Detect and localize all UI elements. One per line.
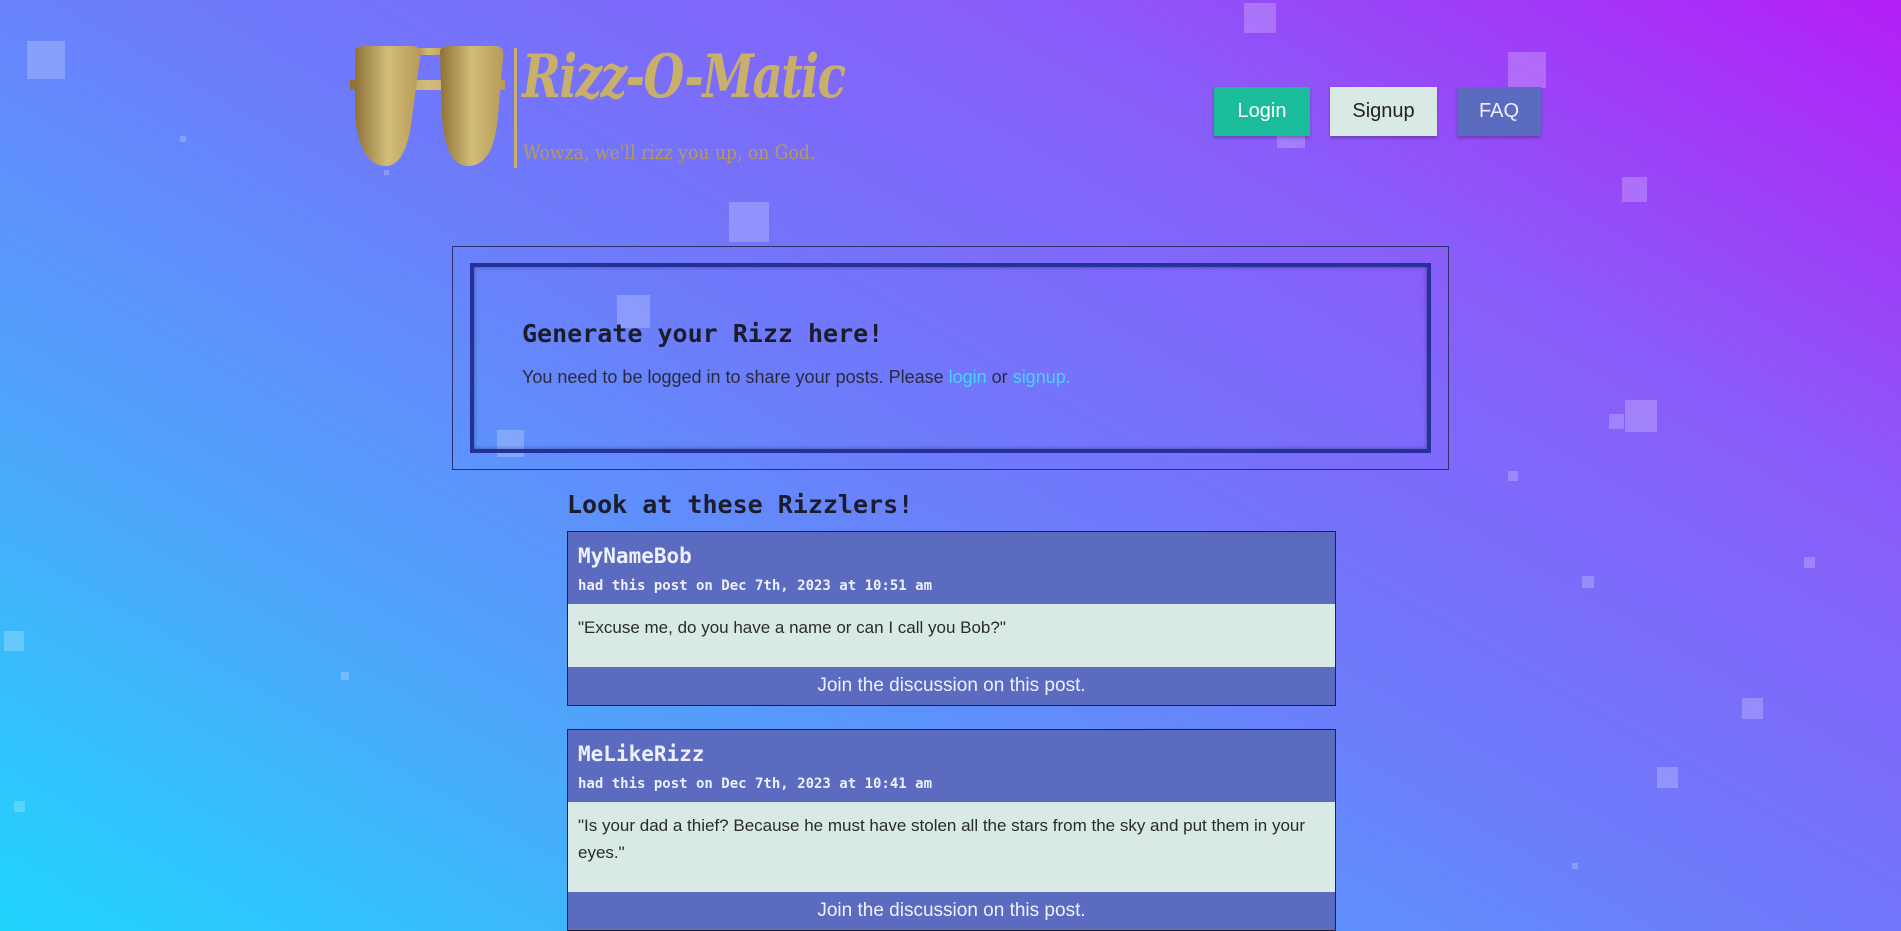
post-header: MeLikeRizz had this post on Dec 7th, 202… — [568, 730, 1335, 802]
bg-square — [1657, 767, 1678, 788]
bg-square — [14, 801, 25, 812]
signup-button[interactable]: Signup — [1330, 87, 1437, 136]
discussion-link[interactable]: Join the discussion on this post. — [568, 892, 1335, 930]
post-card: MeLikeRizz had this post on Dec 7th, 202… — [567, 729, 1336, 931]
discussion-link[interactable]: Join the discussion on this post. — [568, 667, 1335, 705]
post-body: "Is your dad a thief? Because he must ha… — [568, 802, 1335, 892]
bg-square — [4, 631, 24, 651]
post-username[interactable]: MyNameBob — [578, 544, 1325, 568]
post-timestamp: had this post on Dec 7th, 2023 at 10:51 … — [578, 578, 933, 594]
post-header: MyNameBob had this post on Dec 7th, 2023… — [568, 532, 1335, 604]
bg-square — [1742, 698, 1763, 719]
bg-square — [1622, 177, 1647, 202]
bg-square — [1804, 557, 1815, 568]
logo-wordmark: Rizz-O-Matic — [522, 42, 846, 112]
post-username[interactable]: MeLikeRizz — [578, 742, 1325, 766]
bg-square — [1625, 400, 1657, 432]
signup-link[interactable]: signup. — [1013, 367, 1071, 387]
bg-square — [1572, 863, 1578, 869]
login-notice-text: You need to be logged in to share your p… — [522, 367, 949, 387]
bg-square — [1244, 3, 1276, 33]
bg-square — [1609, 414, 1624, 429]
logo-tagline: Wowza, we'll rizz you up, on God. — [523, 140, 816, 164]
bg-square — [341, 672, 349, 680]
login-notice: You need to be logged in to share your p… — [522, 367, 1071, 388]
login-link[interactable]: login — [949, 367, 987, 387]
bg-square — [1508, 52, 1546, 88]
generator-panel: Generate your Rizz here! You need to be … — [452, 246, 1449, 470]
bg-square — [1582, 576, 1594, 588]
post-timestamp: had this post on Dec 7th, 2023 at 10:41 … — [578, 776, 933, 792]
faq-button[interactable]: FAQ — [1457, 87, 1541, 136]
generator-title: Generate your Rizz here! — [522, 319, 884, 348]
bg-square — [180, 136, 186, 142]
bg-square — [1508, 471, 1518, 481]
post-body: "Excuse me, do you have a name or can I … — [568, 604, 1335, 667]
feed-title: Look at these Rizzlers! — [567, 490, 914, 519]
post-card: MyNameBob had this post on Dec 7th, 2023… — [567, 531, 1336, 706]
generator-card: Generate your Rizz here! You need to be … — [470, 263, 1431, 453]
bg-square — [729, 202, 769, 242]
login-button[interactable]: Login — [1214, 87, 1310, 136]
site-logo[interactable]: Rizz-O-Matic Wowza, we'll rizz you up, o… — [350, 42, 846, 176]
login-notice-or: or — [986, 367, 1013, 387]
bg-square — [27, 41, 65, 79]
